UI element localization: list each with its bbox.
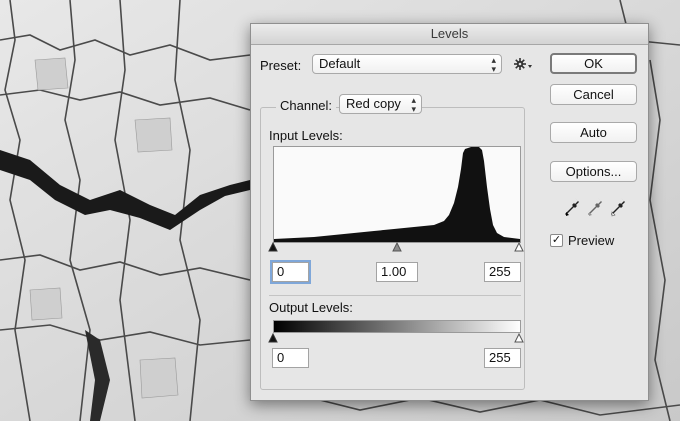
input-black-slider[interactable] xyxy=(268,240,278,252)
divider xyxy=(269,295,521,296)
levels-dialog: Levels Preset: Default ▴ ▾ OK Cancel Auto… xyxy=(250,23,649,401)
output-white-field[interactable]: 255 xyxy=(484,348,521,368)
output-black-field[interactable]: 0 xyxy=(272,348,309,368)
output-levels-label: Output Levels: xyxy=(269,300,353,315)
preset-value: Default xyxy=(319,56,361,71)
output-white-slider[interactable] xyxy=(514,331,524,343)
preset-label: Preset: xyxy=(260,58,302,73)
output-black-slider[interactable] xyxy=(268,331,278,343)
ok-button[interactable]: OK xyxy=(550,53,637,74)
channel-select[interactable]: Red copy ▴ ▾ xyxy=(339,94,422,114)
input-gamma-field[interactable]: 1.00 xyxy=(376,262,418,282)
output-gradient xyxy=(273,320,521,333)
dialog-title: Levels xyxy=(251,24,648,45)
options-button[interactable]: Options... xyxy=(550,161,637,182)
input-white-field[interactable]: 255 xyxy=(484,262,521,282)
popup-arrows-icon: ▴ ▾ xyxy=(491,55,496,74)
checkmark-icon: ✓ xyxy=(551,234,562,246)
popup-arrows-icon: ▴ ▾ xyxy=(411,95,416,114)
white-point-eyedropper-icon[interactable] xyxy=(610,197,626,217)
channel-value: Red copy xyxy=(346,96,401,111)
preview-checkbox[interactable]: ✓ xyxy=(550,234,563,247)
gray-point-eyedropper-icon[interactable] xyxy=(587,197,603,217)
input-gamma-slider[interactable] xyxy=(392,240,402,252)
channel-label: Channel: xyxy=(276,98,337,113)
preview-label: Preview xyxy=(568,233,615,248)
gear-icon[interactable] xyxy=(513,55,535,73)
input-white-slider[interactable] xyxy=(514,240,524,252)
input-levels-label: Input Levels: xyxy=(269,128,343,143)
histogram-shape xyxy=(274,147,520,242)
preset-select[interactable]: Default ▴ ▾ xyxy=(312,54,502,74)
histogram xyxy=(273,146,521,243)
black-point-eyedropper-icon[interactable] xyxy=(564,197,580,217)
input-black-field[interactable]: 0 xyxy=(270,260,311,284)
cancel-button[interactable]: Cancel xyxy=(550,84,637,105)
auto-button[interactable]: Auto xyxy=(550,122,637,143)
